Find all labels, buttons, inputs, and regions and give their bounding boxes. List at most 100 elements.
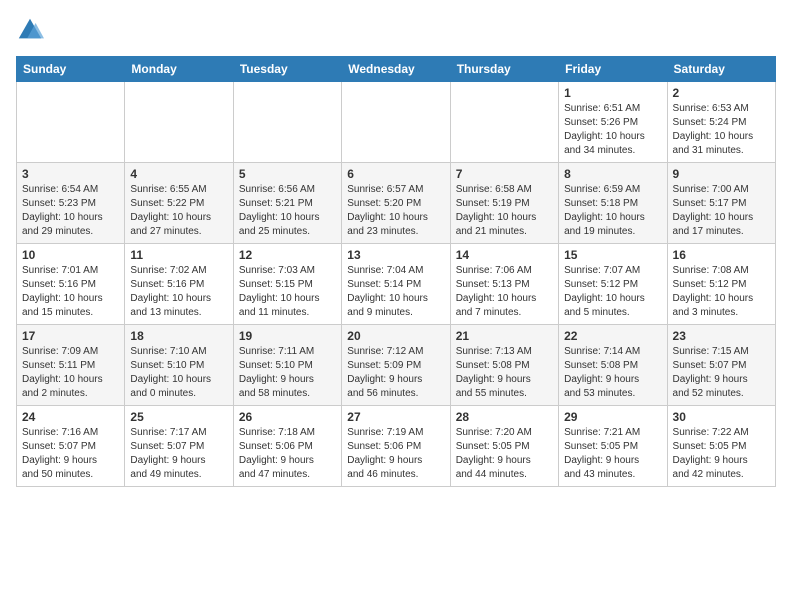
day-cell: 17 Sunrise: 7:09 AMSunset: 5:11 PMDayligh… xyxy=(17,325,125,406)
day-info: Sunrise: 7:22 AMSunset: 5:05 PMDaylight:… xyxy=(673,426,770,482)
day-info: Sunrise: 7:19 AMSunset: 5:06 PMDaylight:… xyxy=(347,426,444,482)
day-cell: 18Sunrise: 7:10 AMSunset: 5:10 PMDayligh… xyxy=(125,325,233,406)
day-number: 28 xyxy=(456,410,553,424)
weekday-thursday: Thursday xyxy=(450,57,558,82)
day-cell: 15 Sunrise: 7:07 AMSunset: 5:12 PMDayligh… xyxy=(559,244,667,325)
day-cell xyxy=(342,82,450,163)
day-number: 21 xyxy=(456,329,553,343)
day-number: 10 xyxy=(22,248,119,262)
week-row-0: 1Sunrise: 6:51 AMSunset: 5:26 PMDaylight… xyxy=(17,82,776,163)
day-info: Sunrise: 7:11 AMSunset: 5:10 PMDaylight:… xyxy=(239,345,336,401)
day-cell: 21 Sunrise: 7:13 AMSunset: 5:08 PMDayligh… xyxy=(450,325,558,406)
day-cell: 1Sunrise: 6:51 AMSunset: 5:26 PMDaylight… xyxy=(559,82,667,163)
day-info: Sunrise: 7:02 AMSunset: 5:16 PMDaylight:… xyxy=(130,264,227,320)
header xyxy=(16,16,776,44)
day-info: Sunrise: 7:12 AMSunset: 5:09 PMDaylight:… xyxy=(347,345,444,401)
calendar-body: 1Sunrise: 6:51 AMSunset: 5:26 PMDaylight… xyxy=(17,82,776,487)
weekday-tuesday: Tuesday xyxy=(233,57,341,82)
day-info: Sunrise: 6:55 AMSunset: 5:22 PMDaylight:… xyxy=(130,183,227,239)
day-cell: 4 Sunrise: 6:55 AMSunset: 5:22 PMDaylight… xyxy=(125,163,233,244)
day-info: Sunrise: 6:53 AMSunset: 5:24 PMDaylight:… xyxy=(673,102,770,158)
day-info: Sunrise: 7:04 AMSunset: 5:14 PMDaylight:… xyxy=(347,264,444,320)
day-number: 25 xyxy=(130,410,227,424)
weekday-monday: Monday xyxy=(125,57,233,82)
day-number: 14 xyxy=(456,248,553,262)
calendar-header: SundayMondayTuesdayWednesdayThursdayFrid… xyxy=(17,57,776,82)
day-cell xyxy=(450,82,558,163)
day-cell: 10 Sunrise: 7:01 AMSunset: 5:16 PMDayligh… xyxy=(17,244,125,325)
day-number: 11 xyxy=(130,248,227,262)
day-number: 26 xyxy=(239,410,336,424)
day-number: 5 xyxy=(239,167,336,181)
day-cell xyxy=(125,82,233,163)
day-cell: 29 Sunrise: 7:21 AMSunset: 5:05 PMDayligh… xyxy=(559,406,667,487)
day-number: 3 xyxy=(22,167,119,181)
week-row-2: 10 Sunrise: 7:01 AMSunset: 5:16 PMDayligh… xyxy=(17,244,776,325)
day-number: 6 xyxy=(347,167,444,181)
day-info: Sunrise: 7:03 AMSunset: 5:15 PMDaylight:… xyxy=(239,264,336,320)
weekday-row: SundayMondayTuesdayWednesdayThursdayFrid… xyxy=(17,57,776,82)
day-number: 30 xyxy=(673,410,770,424)
day-number: 2 xyxy=(673,86,770,100)
day-cell: 3Sunrise: 6:54 AMSunset: 5:23 PMDaylight… xyxy=(17,163,125,244)
day-info: Sunrise: 7:20 AMSunset: 5:05 PMDaylight:… xyxy=(456,426,553,482)
day-info: Sunrise: 7:07 AMSunset: 5:12 PMDaylight:… xyxy=(564,264,661,320)
day-cell xyxy=(17,82,125,163)
day-cell: 20 Sunrise: 7:12 AMSunset: 5:09 PMDayligh… xyxy=(342,325,450,406)
day-cell: 7 Sunrise: 6:58 AMSunset: 5:19 PMDaylight… xyxy=(450,163,558,244)
day-info: Sunrise: 7:00 AMSunset: 5:17 PMDaylight:… xyxy=(673,183,770,239)
day-cell: 8Sunrise: 6:59 AMSunset: 5:18 PMDaylight… xyxy=(559,163,667,244)
day-number: 29 xyxy=(564,410,661,424)
weekday-saturday: Saturday xyxy=(667,57,775,82)
day-number: 13 xyxy=(347,248,444,262)
day-number: 23 xyxy=(673,329,770,343)
day-info: Sunrise: 7:15 AMSunset: 5:07 PMDaylight:… xyxy=(673,345,770,401)
day-number: 20 xyxy=(347,329,444,343)
day-cell: 14 Sunrise: 7:06 AMSunset: 5:13 PMDayligh… xyxy=(450,244,558,325)
logo xyxy=(16,16,48,44)
day-cell: 12Sunrise: 7:03 AMSunset: 5:15 PMDayligh… xyxy=(233,244,341,325)
day-info: Sunrise: 6:51 AMSunset: 5:26 PMDaylight:… xyxy=(564,102,661,158)
day-number: 15 xyxy=(564,248,661,262)
day-info: Sunrise: 7:06 AMSunset: 5:13 PMDaylight:… xyxy=(456,264,553,320)
day-number: 16 xyxy=(673,248,770,262)
day-number: 18 xyxy=(130,329,227,343)
day-number: 22 xyxy=(564,329,661,343)
day-cell: 23 Sunrise: 7:15 AMSunset: 5:07 PMDayligh… xyxy=(667,325,775,406)
day-info: Sunrise: 6:57 AMSunset: 5:20 PMDaylight:… xyxy=(347,183,444,239)
day-cell: 5 Sunrise: 6:56 AMSunset: 5:21 PMDaylight… xyxy=(233,163,341,244)
day-number: 17 xyxy=(22,329,119,343)
day-cell: 19 Sunrise: 7:11 AMSunset: 5:10 PMDayligh… xyxy=(233,325,341,406)
day-cell: 27 Sunrise: 7:19 AMSunset: 5:06 PMDayligh… xyxy=(342,406,450,487)
week-row-4: 24Sunrise: 7:16 AMSunset: 5:07 PMDayligh… xyxy=(17,406,776,487)
day-info: Sunrise: 6:56 AMSunset: 5:21 PMDaylight:… xyxy=(239,183,336,239)
day-info: Sunrise: 7:17 AMSunset: 5:07 PMDaylight:… xyxy=(130,426,227,482)
day-cell: 28 Sunrise: 7:20 AMSunset: 5:05 PMDayligh… xyxy=(450,406,558,487)
day-cell: 11 Sunrise: 7:02 AMSunset: 5:16 PMDayligh… xyxy=(125,244,233,325)
day-cell: 22Sunrise: 7:14 AMSunset: 5:08 PMDayligh… xyxy=(559,325,667,406)
day-info: Sunrise: 6:58 AMSunset: 5:19 PMDaylight:… xyxy=(456,183,553,239)
weekday-friday: Friday xyxy=(559,57,667,82)
day-info: Sunrise: 7:13 AMSunset: 5:08 PMDaylight:… xyxy=(456,345,553,401)
day-number: 7 xyxy=(456,167,553,181)
day-cell: 24Sunrise: 7:16 AMSunset: 5:07 PMDayligh… xyxy=(17,406,125,487)
week-row-3: 17 Sunrise: 7:09 AMSunset: 5:11 PMDayligh… xyxy=(17,325,776,406)
day-number: 9 xyxy=(673,167,770,181)
week-row-1: 3Sunrise: 6:54 AMSunset: 5:23 PMDaylight… xyxy=(17,163,776,244)
day-info: Sunrise: 7:18 AMSunset: 5:06 PMDaylight:… xyxy=(239,426,336,482)
weekday-sunday: Sunday xyxy=(17,57,125,82)
day-number: 8 xyxy=(564,167,661,181)
day-info: Sunrise: 7:21 AMSunset: 5:05 PMDaylight:… xyxy=(564,426,661,482)
day-cell: 13 Sunrise: 7:04 AMSunset: 5:14 PMDayligh… xyxy=(342,244,450,325)
day-cell: 9 Sunrise: 7:00 AMSunset: 5:17 PMDaylight… xyxy=(667,163,775,244)
day-info: Sunrise: 7:01 AMSunset: 5:16 PMDaylight:… xyxy=(22,264,119,320)
day-number: 19 xyxy=(239,329,336,343)
day-info: Sunrise: 7:09 AMSunset: 5:11 PMDaylight:… xyxy=(22,345,119,401)
day-info: Sunrise: 7:08 AMSunset: 5:12 PMDaylight:… xyxy=(673,264,770,320)
day-number: 27 xyxy=(347,410,444,424)
logo-icon xyxy=(16,16,44,44)
day-number: 4 xyxy=(130,167,227,181)
day-cell: 6 Sunrise: 6:57 AMSunset: 5:20 PMDaylight… xyxy=(342,163,450,244)
page: SundayMondayTuesdayWednesdayThursdayFrid… xyxy=(0,0,792,503)
weekday-wednesday: Wednesday xyxy=(342,57,450,82)
